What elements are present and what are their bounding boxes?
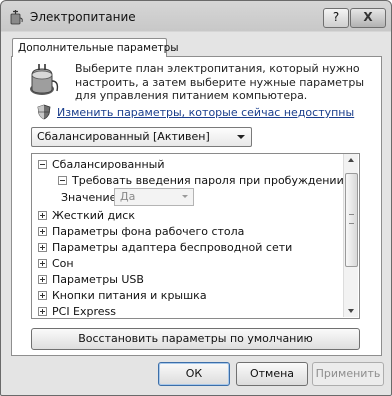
tab-advanced-settings[interactable]: Дополнительные параметры — [12, 38, 179, 57]
collapse-icon[interactable] — [38, 160, 47, 169]
power-plan-select[interactable]: Сбалансированный [Активен] — [31, 127, 252, 147]
close-icon: X — [363, 10, 373, 24]
restore-defaults-label: Восстановить параметры по умолчанию — [78, 332, 313, 345]
power-plug-icon — [30, 64, 59, 95]
tree-node-label: Сбалансированный — [52, 158, 165, 171]
shield-icon — [37, 104, 51, 120]
power-plan-value: Сбалансированный [Активен] — [37, 130, 210, 143]
power-options-window: Электропитание ? X Дополнительные параме… — [0, 0, 392, 396]
ok-label: ОК — [185, 367, 203, 380]
tree-scrollbar[interactable] — [343, 154, 358, 317]
tree-node-label: Параметры USB — [52, 273, 144, 286]
expand-icon[interactable] — [38, 291, 47, 300]
tree-node-label: PCI Express — [52, 305, 117, 318]
chevron-down-icon — [237, 135, 245, 139]
apply-label: Применить — [315, 367, 381, 380]
scrollbar-thumb[interactable] — [345, 173, 358, 267]
scroll-down-icon[interactable] — [344, 304, 358, 317]
help-button[interactable]: ? — [323, 8, 349, 28]
expand-icon[interactable] — [38, 259, 47, 268]
power-options-icon — [10, 10, 23, 25]
chevron-down-icon — [182, 195, 188, 198]
expand-icon[interactable] — [38, 211, 47, 220]
restore-defaults-button[interactable]: Восстановить параметры по умолчанию — [31, 328, 360, 350]
close-button[interactable]: X — [350, 8, 386, 28]
apply-button: Применить — [312, 362, 384, 386]
help-label: ? — [332, 10, 340, 24]
tree-node-label: Сон — [52, 257, 74, 270]
expand-icon[interactable] — [38, 275, 47, 284]
tree-node-label: Параметры фона рабочего стола — [52, 225, 245, 238]
setting-value-label: Значение: — [61, 191, 121, 204]
expand-icon[interactable] — [38, 227, 47, 236]
window-title: Электропитание — [30, 10, 136, 24]
change-unavailable-settings-link[interactable]: Изменить параметры, которые сейчас недос… — [57, 106, 354, 119]
expand-icon[interactable] — [38, 243, 47, 252]
tree-node-label: Параметры адаптера беспроводной сети — [52, 241, 293, 254]
title-bar[interactable]: Электропитание ? X — [1, 1, 391, 31]
tree-node-label: Требовать введения пароля при пробуждени… — [72, 174, 344, 187]
settings-tree: Сбалансированный Требовать введения паро… — [31, 153, 360, 319]
tree-node-label: Жесткий диск — [52, 209, 135, 222]
setting-value: Да — [120, 190, 136, 203]
cancel-button[interactable]: Отмена — [236, 362, 308, 386]
cancel-label: Отмена — [249, 367, 295, 380]
setting-value-select: Да — [114, 188, 194, 206]
collapse-icon[interactable] — [58, 176, 67, 185]
description-text: Выберите план электропитания, который ну… — [75, 62, 365, 102]
tree-node-label: Кнопки питания и крышка — [52, 289, 207, 302]
expand-icon[interactable] — [38, 307, 47, 316]
ok-button[interactable]: ОК — [158, 362, 230, 386]
scroll-up-icon[interactable] — [344, 154, 358, 167]
tab-label: Дополнительные параметры — [18, 42, 179, 54]
